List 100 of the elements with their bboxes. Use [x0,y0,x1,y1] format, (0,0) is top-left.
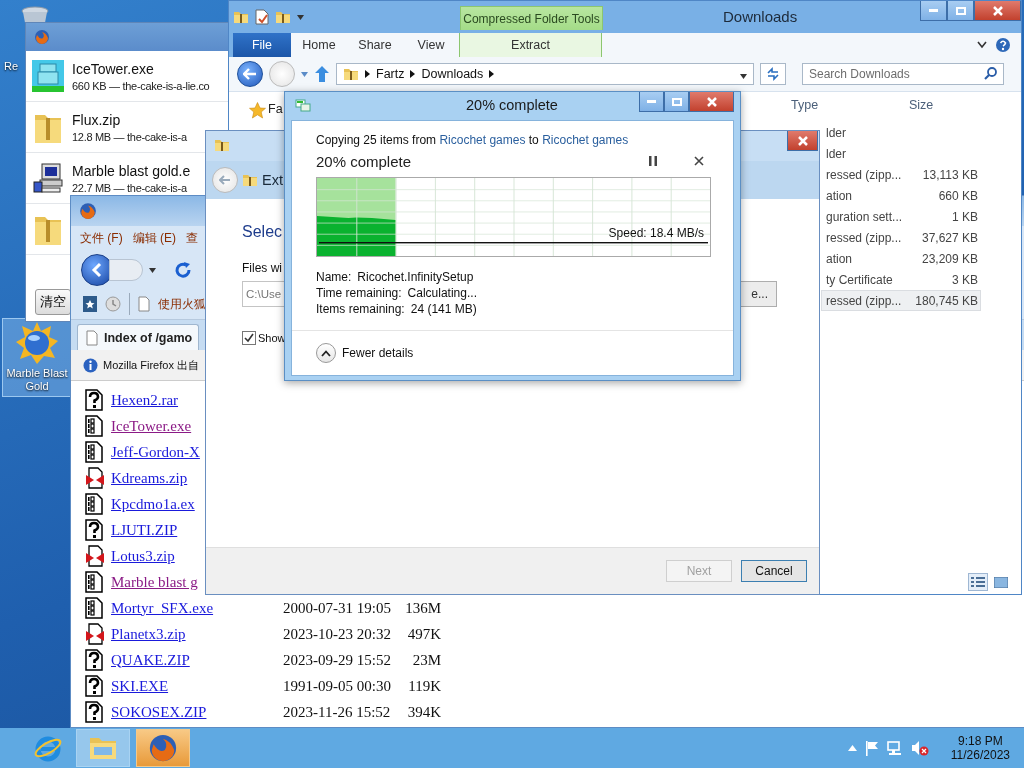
up-arrow-icon[interactable] [314,65,330,83]
installer-icon [32,162,64,194]
file-date: 2023-10-23 20:32 [283,625,392,643]
list-icon [971,577,985,587]
checkbox[interactable] [242,331,256,345]
maximize-icon [955,6,966,15]
network-icon[interactable] [886,740,903,756]
help-icon[interactable] [995,37,1011,53]
file-size-cell-text: 3 KB [951,272,978,287]
file-row[interactable]: ation 660 KB [821,185,981,206]
ribbon-tab[interactable]: Extract [459,33,602,57]
ribbon-tab[interactable]: Share [347,33,403,57]
chevron-down-icon[interactable] [977,41,987,49]
bookmarks-icon[interactable] [83,296,97,312]
nav-item[interactable]: Fa [268,102,283,116]
clock-time: 9:18 PM [958,734,1003,748]
file-row[interactable]: ressed (zipp... 13,113 KB [821,164,981,185]
file-link[interactable]: SKI.EXE [111,677,283,695]
notification-text: Mozilla Firefox 出自 [103,357,199,373]
compressed-file-icon [85,545,105,567]
dialog-button[interactable]: Cancel [741,560,807,582]
close-button[interactable] [689,92,734,112]
file-row[interactable]: lder [821,143,981,164]
quick-access-caret-icon [297,14,304,20]
flag-icon[interactable] [864,740,879,756]
close-button[interactable] [787,131,818,151]
toggle-label[interactable]: Fewer details [342,346,414,360]
binary-file-icon [85,441,103,463]
file-type-cell-text: lder [826,146,847,161]
ribbon-tab[interactable]: File [233,33,291,57]
menu-item[interactable]: 文件 (F) [80,230,123,247]
file-type-cell-text: guration sett... [826,209,904,224]
file-row[interactable]: ressed (zipp... 180,745 KB [821,290,981,311]
fox-globe-icon [34,29,50,45]
dialog-heading: Selec [242,223,283,241]
fox-globe-icon [79,202,97,220]
search-icon [984,67,997,80]
file-date: 2000-07-31 19:05 [283,599,392,617]
file-type-cell-text: ation [826,188,854,203]
breadcrumb[interactable]: Fartz [376,67,405,81]
file-date: 2023-11-26 15:52 [283,703,392,721]
speaker-muted-icon[interactable] [910,740,929,756]
menu-item[interactable]: 编辑 (E) [132,230,176,247]
breadcrumb[interactable]: Downloads [421,67,484,81]
image-icon [994,576,1008,588]
ribbon-tab[interactable]: View [403,33,459,57]
reload-icon[interactable] [174,261,192,279]
chevron-icon [365,70,370,78]
collapse-button[interactable] [316,343,336,363]
binary-file-icon [85,493,103,515]
column-header[interactable]: Type [791,98,909,122]
download-item[interactable]: IceTower.exe 660 KB — the-cake-is-a-lie.co [26,51,229,102]
file-row[interactable]: lder [821,122,981,143]
copy-icon [295,99,311,113]
file-row[interactable]: ation 23,209 KB [821,248,981,269]
progress-heading: 20% complete [316,152,413,170]
folder-link[interactable]: Ricochet games [439,133,526,147]
browser-tab[interactable]: Index of /gamo [77,324,199,350]
refresh-icon [766,67,780,81]
marble-sun-icon [15,321,59,365]
close-button[interactable] [974,1,1021,21]
document-icon [255,9,269,25]
minimize-button[interactable] [639,92,664,112]
detail-label: Time remaining: [316,286,402,300]
download-name: IceTower.exe [72,60,155,77]
refresh-button[interactable] [760,63,786,85]
file-row[interactable]: ressed (zipp... 37,627 KB [821,227,981,248]
folder-icon [233,9,249,25]
minimize-button[interactable] [920,1,947,21]
bookmark-link[interactable]: 使用火狐 [158,295,206,313]
file-size-cell-text: 13,113 KB [921,167,978,182]
column-header[interactable]: Size [909,98,989,122]
details-view-button[interactable] [968,573,988,591]
file-link[interactable]: QUAKE.ZIP [111,651,283,669]
back-button[interactable] [237,61,263,87]
file-row[interactable]: ty Certificate 3 KB [821,269,981,290]
maximize-button[interactable] [947,1,974,21]
address-bar[interactable]: Fartz Downloads [336,63,754,85]
window-title: 20% complete [466,97,558,113]
address-caret-icon [740,74,747,79]
maximize-button[interactable] [664,92,689,112]
menu-item[interactable]: 查 [186,230,198,247]
file-link[interactable]: SOKOSEX.ZIP [111,703,283,721]
file-link[interactable]: Planetx3.zip [111,625,283,643]
file-date: 2023-09-29 15:52 [283,651,392,669]
file-link[interactable]: Mortyr_SFX.exe [111,599,283,617]
folder-link[interactable]: Ricochet games [542,133,629,147]
chevron-up-icon[interactable] [847,745,857,751]
toolbar-separator [129,293,130,315]
download-name: Flux.zip [72,111,122,128]
file-row[interactable]: guration sett... 1 KB [821,206,981,227]
shortcut-label: Marble Blast Gold [5,367,69,393]
taskbar-button[interactable] [136,729,190,767]
search-field[interactable]: Search Downloads [802,63,1004,85]
ribbon-tab[interactable]: Home [291,33,347,57]
clear-list-button[interactable]: 清空 [35,289,71,315]
clock[interactable]: 9:18 PM 11/26/2023 [950,734,1010,762]
detail-value: Ricochet.InfinitySetup [357,270,474,284]
tower-game-icon [32,60,64,92]
back-arrow-icon [243,68,257,80]
